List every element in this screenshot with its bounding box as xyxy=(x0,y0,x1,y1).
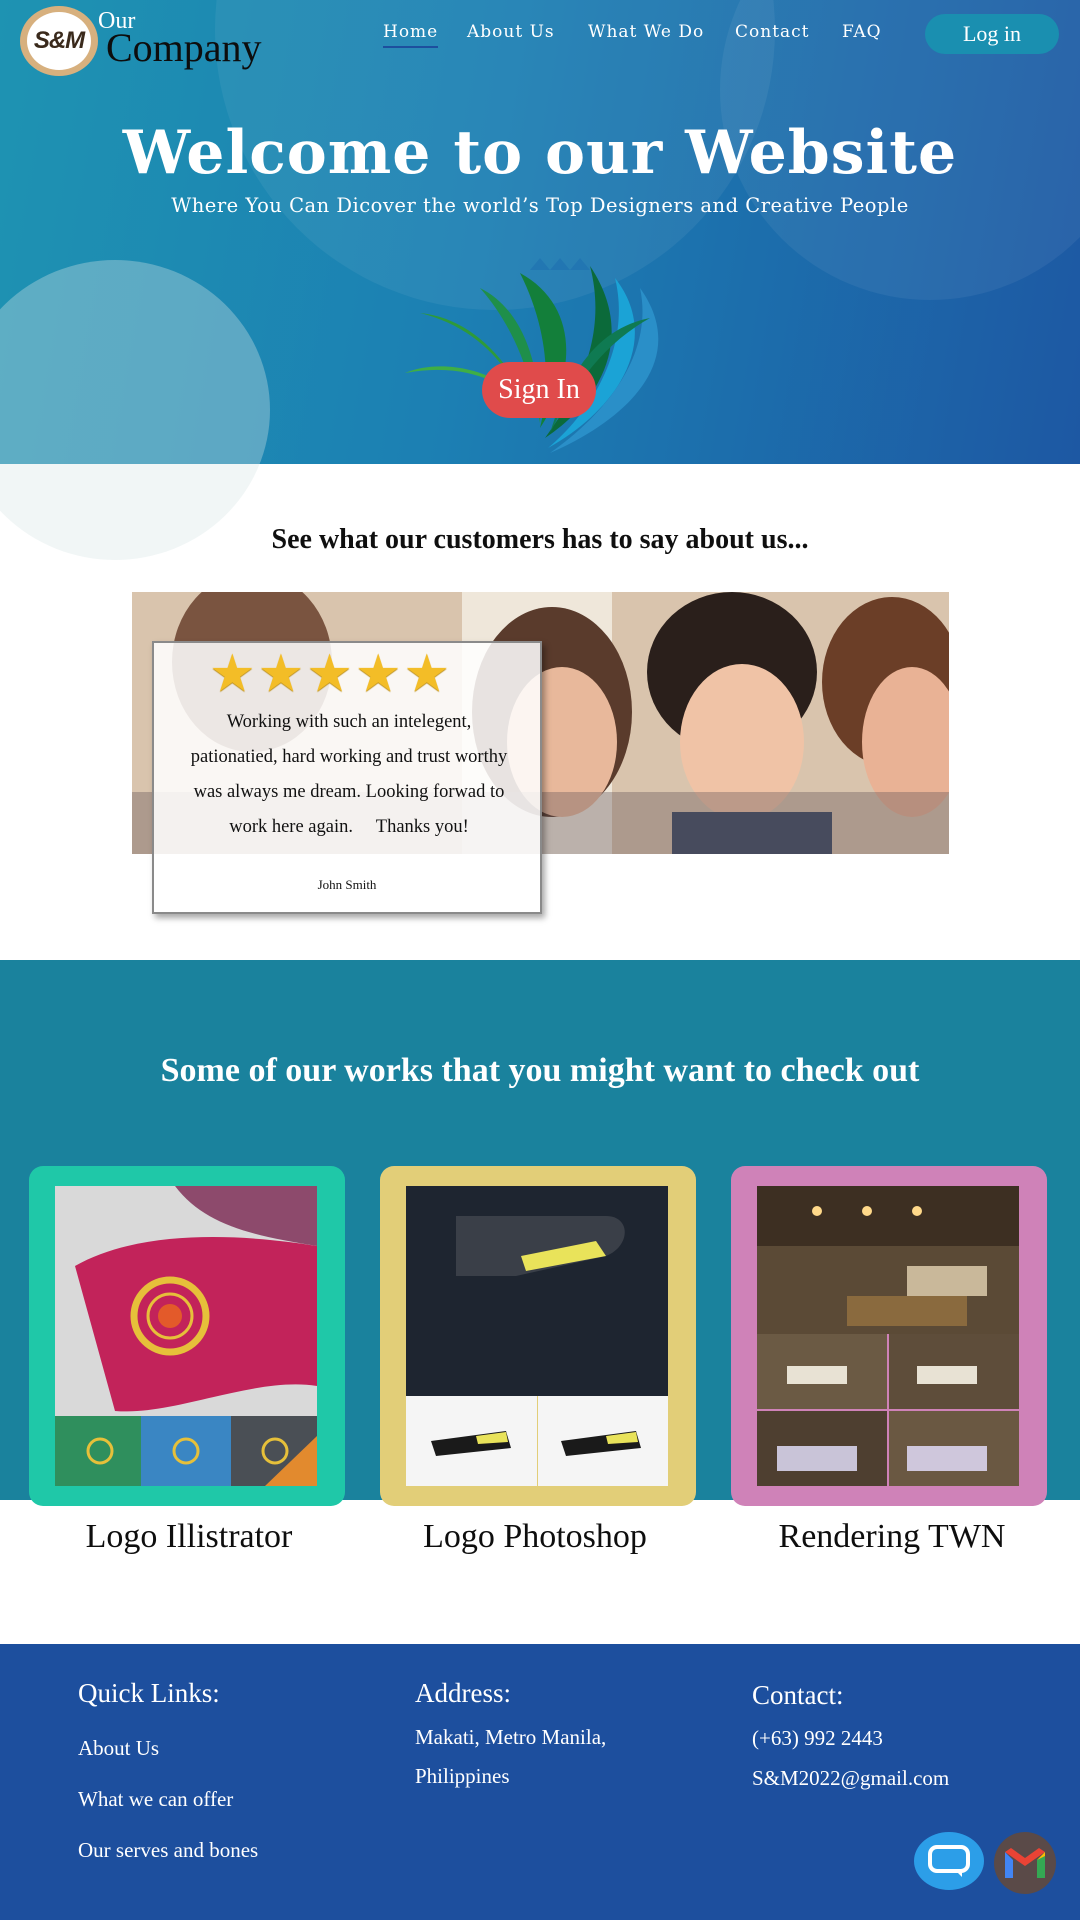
work-label: Logo Photoshop xyxy=(423,1518,647,1555)
address-title: Address: xyxy=(415,1678,511,1708)
work-card-rendering-twn[interactable] xyxy=(731,1166,1047,1506)
hero-title: Welcome to our Website xyxy=(122,118,958,188)
work-image-logo-photoshop xyxy=(406,1186,668,1486)
nav-about-us[interactable]: About Us xyxy=(467,22,555,42)
work-image-logo-illustrator xyxy=(55,1186,317,1486)
contact-title: Contact: xyxy=(752,1680,844,1710)
review-line: was always me dream. Looking forwad to xyxy=(193,782,505,802)
review-author: John Smith xyxy=(317,877,377,892)
logo-company-text: Company xyxy=(106,25,262,70)
contact-email[interactable]: S&M2022@gmail.com xyxy=(752,1766,949,1791)
footer-link-about-us[interactable]: About Us xyxy=(78,1736,159,1761)
login-button[interactable]: Log in xyxy=(925,14,1059,54)
nav-contact[interactable]: Contact xyxy=(735,22,810,42)
chat-icon[interactable] xyxy=(914,1832,984,1890)
quick-links-title: Quick Links: xyxy=(78,1678,220,1708)
review-text: Working with such an intelegent, pationa… xyxy=(168,705,530,845)
address-line: Makati, Metro Manila, xyxy=(415,1725,607,1749)
leaf-fan-graphic xyxy=(405,258,659,453)
review-line: pationatied, hard working and trust wort… xyxy=(190,747,508,767)
star-icon: ★ xyxy=(354,646,402,703)
star-icon: ★ xyxy=(403,646,451,703)
review-line: Working with such an intelegent, xyxy=(226,712,472,732)
work-label: Logo Illistrator xyxy=(85,1518,293,1555)
star-icon: ★ xyxy=(306,646,353,703)
star-icon: ★ xyxy=(257,646,305,703)
hero-subtitle: Where You Can Dicover the world’s Top De… xyxy=(171,194,909,217)
nav-home[interactable]: Home xyxy=(383,22,439,48)
review-line: work here again. Thanks you! xyxy=(229,817,469,837)
work-image-rendering-twn xyxy=(757,1186,1019,1486)
nav-what-we-do[interactable]: What We Do xyxy=(588,22,704,42)
contact-phone: (+63) 992 2443 xyxy=(752,1726,883,1750)
company-logo[interactable]: S&M xyxy=(20,6,98,76)
work-card-logo-photoshop[interactable] xyxy=(380,1166,696,1506)
gmail-icon[interactable] xyxy=(994,1832,1056,1894)
review-card: ★ ★ ★ ★ ★ Working with such an intelegen… xyxy=(152,641,542,914)
logo-badge-text: S&M xyxy=(27,12,91,70)
nav-faq[interactable]: FAQ xyxy=(842,22,882,42)
footer-link-serves[interactable]: Our serves and bones xyxy=(78,1838,258,1863)
work-label: Rendering TWN xyxy=(778,1518,1006,1555)
testimonial-heading: See what our customers has to say about … xyxy=(271,524,809,555)
work-card-logo-illustrator[interactable] xyxy=(29,1166,345,1506)
sign-in-button[interactable]: Sign In xyxy=(482,362,596,418)
works-heading: Some of our works that you might want to… xyxy=(160,1052,920,1089)
footer-link-offer[interactable]: What we can offer xyxy=(78,1787,233,1812)
star-icon: ★ xyxy=(209,646,256,703)
rating-stars: ★ ★ ★ ★ ★ xyxy=(209,649,450,701)
address-line: Philippines xyxy=(415,1764,510,1788)
